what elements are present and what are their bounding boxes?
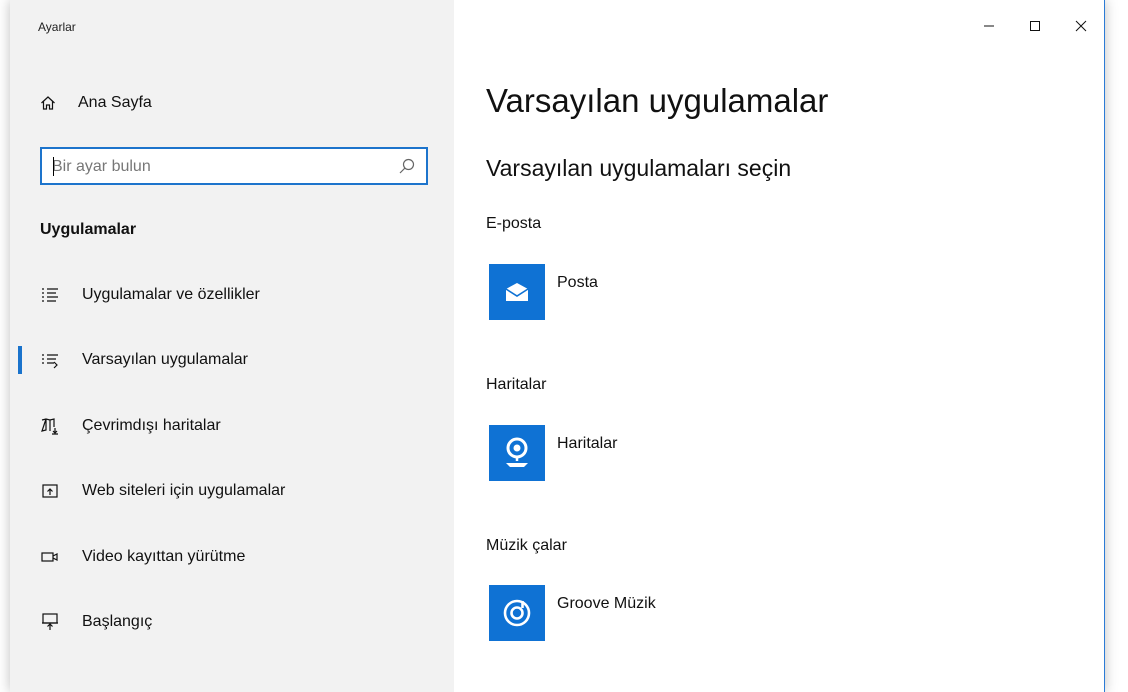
home-label: Ana Sayfa (78, 94, 152, 111)
sidebar-item-label: Video kayıttan yürütme (82, 548, 246, 565)
search-box[interactable] (40, 147, 428, 185)
window-controls (966, 0, 1104, 52)
default-apps-icon (40, 350, 60, 370)
maximize-button[interactable] (1012, 0, 1058, 52)
sidebar-item-label: Varsayılan uygulamalar (82, 351, 249, 368)
sidebar-item-startup[interactable]: Başlangıç (10, 602, 454, 642)
category-label-music: Müzik çalar (486, 537, 567, 554)
music-app-button[interactable]: Groove Müzik (489, 585, 729, 645)
search-icon[interactable] (398, 157, 416, 175)
window-title: Ayarlar (38, 20, 76, 34)
close-icon (1075, 20, 1087, 32)
maximize-icon (1030, 21, 1040, 31)
email-app-name: Posta (557, 274, 598, 291)
search-input[interactable] (50, 156, 394, 178)
sidebar: Ayarlar Ana Sayfa Uygulamalar (10, 0, 454, 692)
offline-maps-icon (40, 416, 60, 436)
page-subtitle: Varsayılan uygulamaları seçin (486, 155, 792, 181)
close-button[interactable] (1058, 0, 1104, 52)
desktop-background-left (0, 0, 10, 692)
category-label-maps: Haritalar (486, 376, 547, 393)
text-caret (53, 157, 54, 176)
sidebar-item-label: Çevrimdışı haritalar (82, 417, 221, 434)
sidebar-item-label: Web siteleri için uygulamalar (82, 482, 286, 499)
home-icon (38, 93, 58, 113)
music-app-name: Groove Müzik (557, 595, 656, 612)
video-playback-icon (40, 547, 60, 567)
mail-icon (489, 264, 545, 320)
apps-features-icon (40, 285, 60, 305)
sidebar-item-video-playback[interactable]: Video kayıttan yürütme (10, 537, 454, 577)
active-indicator (18, 346, 22, 374)
sidebar-item-apps-for-websites[interactable]: Web siteleri için uygulamalar (10, 471, 454, 511)
page-title: Varsayılan uygulamalar (486, 82, 829, 119)
sidebar-item-label: Uygulamalar ve özellikler (82, 286, 260, 303)
category-label-email: E-posta (486, 215, 542, 232)
sidebar-item-apps-features[interactable]: Uygulamalar ve özellikler (10, 275, 454, 315)
startup-icon (40, 612, 60, 632)
maps-app-name: Haritalar (557, 435, 618, 452)
main-content: Varsayılan uygulamalar Varsayılan uygula… (454, 0, 1104, 692)
section-title-apps: Uygulamalar (40, 221, 137, 238)
maps-app-button[interactable]: Haritalar (489, 425, 729, 485)
minimize-icon (984, 25, 994, 27)
sidebar-item-default-apps[interactable]: Varsayılan uygulamalar (10, 340, 454, 380)
maps-icon (489, 425, 545, 481)
settings-window: Ayarlar Ana Sayfa Uygulamalar (10, 0, 1105, 692)
desktop-background-right (1104, 0, 1128, 692)
sidebar-item-offline-maps[interactable]: Çevrimdışı haritalar (10, 406, 454, 446)
home-nav-item[interactable]: Ana Sayfa (38, 88, 152, 118)
groove-music-icon (489, 585, 545, 641)
apps-for-websites-icon (40, 481, 60, 501)
email-app-button[interactable]: Posta (489, 264, 729, 324)
minimize-button[interactable] (966, 0, 1012, 52)
sidebar-item-label: Başlangıç (82, 613, 153, 630)
